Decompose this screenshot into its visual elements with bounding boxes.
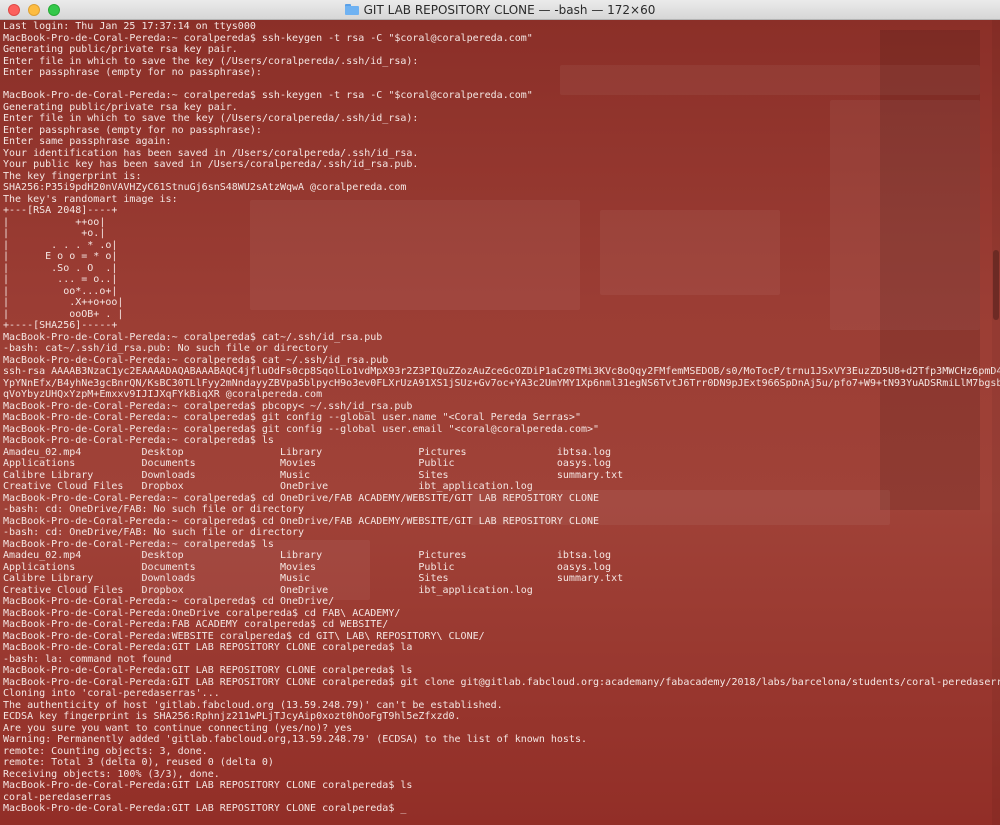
terminal-line: qVoYbyzUHQxYzpM+Emxxv9IJIJXqFYkBiqXR @co…: [3, 389, 323, 400]
folder-icon: [344, 4, 359, 15]
terminal-line: Are you sure you want to continue connec…: [3, 722, 353, 734]
terminal-line: Creative Cloud Files Dropbox OneDrive ib…: [3, 584, 533, 596]
terminal-line: Generating public/private rsa key pair.: [3, 101, 238, 113]
terminal-line: Your identification has been saved in /U…: [3, 147, 419, 159]
terminal-line: MacBook-Pro-de-Coral-Pereda:GIT LAB REPO…: [3, 676, 1000, 688]
terminal-line: | .So . O .|: [3, 262, 118, 274]
scrollbar-thumb[interactable]: [993, 250, 999, 320]
terminal-line: MacBook-Pro-de-Coral-Pereda:~ coralpered…: [3, 331, 383, 343]
terminal-line: Enter passphrase (empty for no passphras…: [3, 124, 262, 136]
terminal-line: +---[RSA 2048]----+: [3, 205, 118, 216]
close-button[interactable]: [8, 4, 20, 16]
terminal-line: MacBook-Pro-de-Coral-Pereda:~ coralpered…: [3, 435, 274, 446]
terminal-line: -bash: la: command not found: [3, 653, 172, 665]
terminal-line: Creative Cloud Files Dropbox OneDrive ib…: [3, 481, 533, 492]
terminal-line: YpYNnEfx/B4yhNe3gcBnrQN/KsBC30TLlFyy2mNn…: [3, 377, 1000, 389]
terminal-line: MacBook-Pro-de-Coral-Pereda:GIT LAB REPO…: [3, 642, 413, 653]
terminal-line: The key's randomart image is:: [3, 193, 178, 205]
window-title-group: GIT LAB REPOSITORY CLONE — -bash — 172×6…: [344, 2, 656, 17]
terminal-line: Last login: Thu Jan 25 17:37:14 on ttys0…: [3, 21, 256, 32]
terminal-line: Receiving objects: 100% (3/3), done.: [3, 768, 220, 780]
terminal-line: Enter same passphrase again:: [3, 136, 172, 147]
terminal-line: Your public key has been saved in /Users…: [3, 159, 419, 170]
terminal-line: | . . . * .o|: [3, 239, 118, 251]
window-controls: [8, 4, 60, 16]
terminal-line: | ... = o..|: [3, 274, 118, 285]
terminal-line: ECDSA key fingerprint is SHA256:Rphnjz21…: [3, 711, 461, 722]
terminal-line: Enter passphrase (empty for no passphras…: [3, 67, 262, 78]
terminal-line: The key fingerprint is:: [3, 170, 142, 182]
window-title: GIT LAB REPOSITORY CLONE — -bash — 172×6…: [363, 2, 656, 17]
terminal-line: -bash: cd: OneDrive/FAB: No such file or…: [3, 527, 305, 538]
terminal-line: remote: Total 3 (delta 0), reused 0 (del…: [3, 757, 274, 768]
terminal-line: | ++oo|: [3, 216, 106, 228]
terminal-line: +----[SHA256]-----+: [3, 320, 118, 331]
terminal-line: MacBook-Pro-de-Coral-Pereda:~ coralpered…: [3, 492, 600, 504]
terminal-line: Warning: Permanently added 'gitlab.fabcl…: [3, 734, 587, 745]
terminal-line: | E o o = * o|: [3, 251, 118, 262]
minimize-button[interactable]: [28, 4, 40, 16]
terminal-line: MacBook-Pro-de-Coral-Pereda:~ coralpered…: [3, 515, 600, 527]
terminal-line: Calibre Library Downloads Music Sites su…: [3, 573, 624, 584]
terminal-line: SHA256:P35i9pdH20nVAVHZyC61StnuGj6snS48W…: [3, 182, 407, 193]
terminal-line: MacBook-Pro-de-Coral-Pereda:~ coralpered…: [3, 354, 389, 366]
terminal-line: | ooOB+ . |: [3, 308, 124, 320]
terminal-line: -bash: cd: OneDrive/FAB: No such file or…: [3, 504, 305, 515]
terminal-line: Calibre Library Downloads Music Sites su…: [3, 469, 624, 481]
terminal-line: MacBook-Pro-de-Coral-Pereda:~ coralpered…: [3, 90, 533, 101]
terminal-line: MacBook-Pro-de-Coral-Pereda:GIT LAB REPO…: [3, 803, 407, 814]
terminal-line: MacBook-Pro-de-Coral-Pereda:~ coralpered…: [3, 412, 581, 423]
terminal-line: MacBook-Pro-de-Coral-Pereda:~ coralpered…: [3, 423, 600, 435]
terminal-line: Generating public/private rsa key pair.: [3, 44, 238, 55]
terminal-content[interactable]: Last login: Thu Jan 25 17:37:14 on ttys0…: [0, 20, 1000, 825]
terminal-line: | +o.|: [3, 228, 106, 239]
terminal-line: MacBook-Pro-de-Coral-Pereda:~ coralpered…: [3, 32, 533, 44]
terminal-line: MacBook-Pro-de-Coral-Pereda:OneDrive cor…: [3, 607, 401, 619]
terminal-line: Enter file in which to save the key (/Us…: [3, 113, 419, 124]
terminal-line: Applications Documents Movies Public oas…: [3, 458, 612, 469]
title-bar[interactable]: GIT LAB REPOSITORY CLONE — -bash — 172×6…: [0, 0, 1000, 20]
terminal-line: Cloning into 'coral-peredaserras'...: [3, 688, 220, 699]
terminal-line: MacBook-Pro-de-Coral-Pereda:WEBSITE cora…: [3, 630, 485, 642]
terminal-line: MacBook-Pro-de-Coral-Pereda:FAB ACADEMY …: [3, 619, 389, 630]
terminal-line: -bash: cat~/.ssh/id_rsa.pub: No such fil…: [3, 343, 329, 354]
terminal-line: remote: Counting objects: 3, done.: [3, 745, 208, 757]
terminal-line: ssh-rsa AAAAB3NzaC1yc2EAAAADAQABAAABAQC4…: [3, 366, 1000, 377]
zoom-button[interactable]: [48, 4, 60, 16]
terminal-line: MacBook-Pro-de-Coral-Pereda:~ coralpered…: [3, 538, 274, 550]
scrollbar-track[interactable]: [992, 20, 1000, 825]
terminal-line: The authenticity of host 'gitlab.fabclou…: [3, 699, 503, 711]
terminal-line: Amadeu_02.mp4 Desktop Library Pictures i…: [3, 550, 612, 561]
terminal-output: Last login: Thu Jan 25 17:37:14 on ttys0…: [0, 20, 1000, 815]
terminal-line: MacBook-Pro-de-Coral-Pereda:GIT LAB REPO…: [3, 780, 413, 791]
terminal-line: MacBook-Pro-de-Coral-Pereda:~ coralpered…: [3, 596, 335, 607]
terminal-line: | .X++o+oo|: [3, 297, 124, 308]
terminal-window: GIT LAB REPOSITORY CLONE — -bash — 172×6…: [0, 0, 1000, 825]
terminal-line: | oo*...o+|: [3, 285, 118, 297]
terminal-line: Applications Documents Movies Public oas…: [3, 561, 612, 573]
terminal-line: MacBook-Pro-de-Coral-Pereda:~ coralpered…: [3, 400, 413, 412]
terminal-line: Amadeu_02.mp4 Desktop Library Pictures i…: [3, 446, 612, 458]
terminal-line: coral-peredaserras: [3, 791, 112, 803]
terminal-line: Enter file in which to save the key (/Us…: [3, 55, 419, 67]
terminal-line: MacBook-Pro-de-Coral-Pereda:GIT LAB REPO…: [3, 665, 413, 676]
